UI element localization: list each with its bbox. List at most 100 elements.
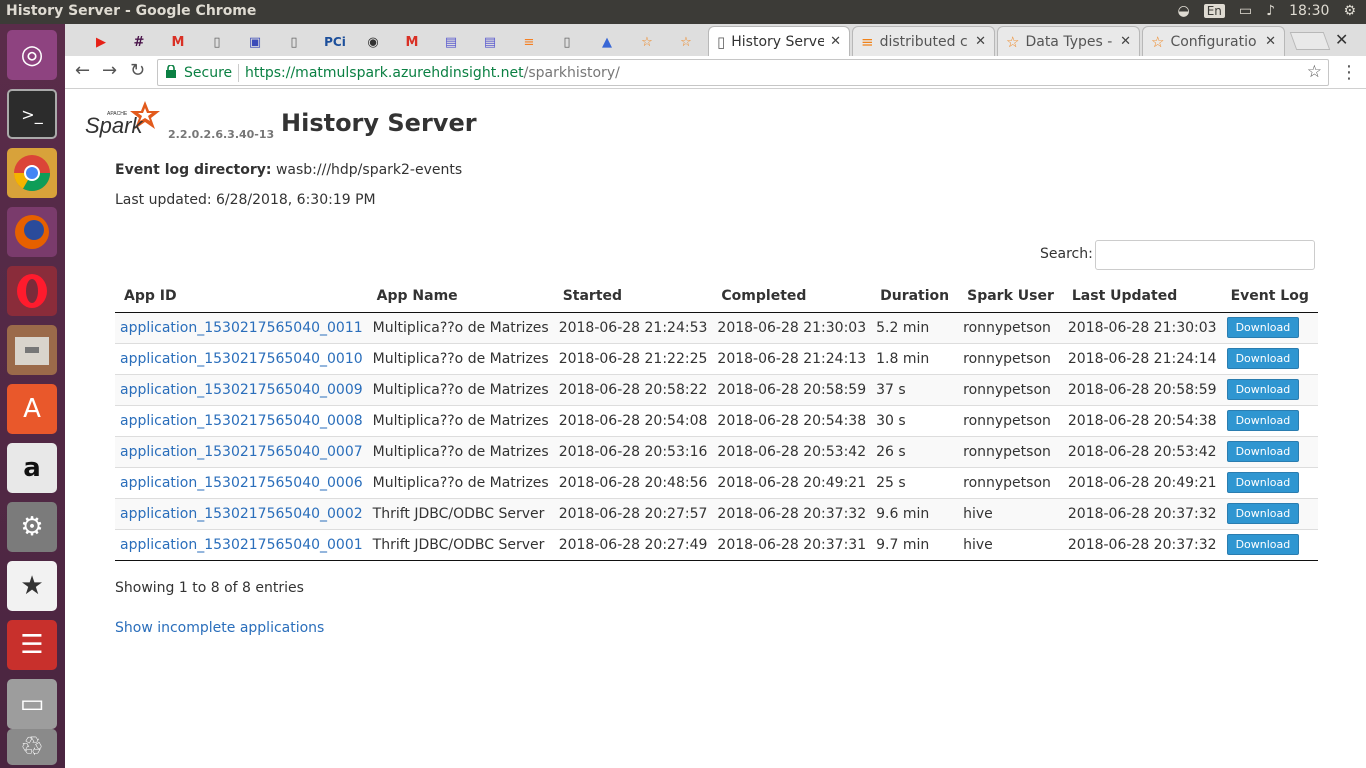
column-header-last-updated[interactable]: Last Updated	[1062, 280, 1222, 313]
amazon-icon[interactable]: a	[7, 443, 57, 493]
spark-user-cell: hive	[958, 497, 1063, 529]
spark-user-cell: ronnypetson	[958, 404, 1063, 436]
tab-gmail[interactable]: M	[162, 28, 194, 56]
tab-spark[interactable]: ☆	[631, 28, 663, 56]
event-log-value: wasb:///hdp/spark2-events	[275, 162, 463, 178]
battery-icon[interactable]: ▭	[1239, 3, 1252, 19]
terminal-icon[interactable]: >_	[7, 89, 57, 139]
power-icon[interactable]: ⚙	[1343, 3, 1356, 19]
table-cell: application_1530217565040_0011	[115, 311, 368, 343]
new-tab-button[interactable]	[1289, 32, 1331, 50]
forward-icon[interactable]: →	[102, 60, 117, 81]
tab-data-types[interactable]: ☆ Data Types - ✕	[997, 26, 1140, 56]
system-settings-icon[interactable]: ⚙	[7, 502, 57, 552]
duration-cell: 25 s	[871, 466, 959, 498]
app-id-link[interactable]: application_1530217565040_0011	[120, 320, 363, 336]
column-header-completed[interactable]: Completed	[712, 280, 872, 313]
column-header-duration[interactable]: Duration	[871, 280, 959, 313]
column-header-spark-user[interactable]: Spark User	[958, 280, 1063, 313]
tab-configuration[interactable]: ☆ Configuratio ✕	[1142, 26, 1285, 56]
applications-table: App ID App Name Started Completed Durati…	[115, 280, 1318, 561]
app-id-link[interactable]: application_1530217565040_0009	[120, 382, 363, 398]
table-cell: application_1530217565040_0009	[115, 373, 368, 405]
tab-document[interactable]: ▯	[201, 28, 233, 56]
search-input[interactable]	[1095, 240, 1315, 270]
download-button[interactable]: Download	[1226, 441, 1300, 462]
tab-gmail-2[interactable]: M	[396, 28, 428, 56]
app-id-link[interactable]: application_1530217565040_0008	[120, 413, 363, 429]
completed-cell: 2018-06-28 20:49:21	[712, 466, 872, 498]
tab-chat-2[interactable]: ▤	[474, 28, 506, 56]
app-id-link[interactable]: application_1530217565040_0007	[120, 444, 363, 460]
keyboard-layout[interactable]: En	[1203, 4, 1225, 18]
close-icon[interactable]: ✕	[975, 34, 986, 49]
duration-cell: 5.2 min	[871, 311, 959, 343]
tab-stackoverflow[interactable]: ≡	[513, 28, 545, 56]
page-title: History Server	[281, 109, 477, 137]
tab-label: distributed c	[879, 33, 968, 50]
reload-icon[interactable]: ↻	[130, 60, 145, 81]
tab-youtube[interactable]: ▶	[85, 28, 117, 56]
volume-icon[interactable]: ♪	[1266, 3, 1275, 19]
clock[interactable]: 18:30	[1289, 3, 1329, 19]
chrome-icon[interactable]	[7, 148, 57, 198]
pdf-reader-icon[interactable]: ☰	[7, 620, 57, 670]
app-id-link[interactable]: application_1530217565040_0001	[120, 537, 363, 553]
tab-document-2[interactable]: ▯	[278, 28, 310, 56]
ubuntu-icon[interactable]: ◎	[7, 30, 57, 80]
back-icon[interactable]: ←	[75, 60, 90, 81]
column-header-app-name[interactable]: App Name	[367, 280, 554, 313]
software-center-icon[interactable]: A	[7, 384, 57, 434]
download-button[interactable]: Download	[1226, 410, 1300, 431]
address-bar[interactable]: Secure https://matmulspark.azurehdinsigh…	[157, 59, 1329, 86]
table-cell: Download	[1221, 466, 1318, 498]
tab-azure[interactable]: ▲	[591, 28, 623, 56]
close-icon[interactable]: ✕	[830, 34, 841, 49]
table-cell: application_1530217565040_0010	[115, 342, 368, 374]
app-id-link[interactable]: application_1530217565040_0010	[120, 351, 363, 367]
table-row: application_1530217565040_0007 Multiplica…	[115, 435, 1318, 467]
wizard-icon[interactable]: ★	[7, 561, 57, 611]
tab-contacts[interactable]: ▣	[239, 28, 271, 56]
duration-cell: 37 s	[871, 373, 959, 405]
show-incomplete-link[interactable]: Show incomplete applications	[115, 620, 324, 636]
window-close-icon[interactable]: ✕	[1335, 30, 1348, 49]
app-name-cell: Thrift JDBC/ODBC Server	[367, 528, 554, 561]
tab-slack[interactable]: #	[123, 28, 155, 56]
started-cell: 2018-06-28 20:48:56	[553, 466, 713, 498]
download-button[interactable]: Download	[1226, 503, 1300, 524]
download-button[interactable]: Download	[1226, 348, 1300, 369]
completed-cell: 2018-06-28 20:54:38	[712, 404, 872, 436]
close-icon[interactable]: ✕	[1265, 34, 1276, 49]
wifi-icon[interactable]: ◒	[1178, 3, 1190, 19]
tab-camera[interactable]: ◉	[357, 28, 389, 56]
column-header-started[interactable]: Started	[553, 280, 713, 313]
download-button[interactable]: Download	[1226, 472, 1300, 493]
files-icon[interactable]	[7, 325, 57, 375]
menu-icon[interactable]: ⋮	[1340, 62, 1358, 83]
trash-icon[interactable]: ♲	[7, 729, 57, 765]
tab-distributed[interactable]: ≡ distributed c ✕	[852, 26, 995, 56]
opera-icon[interactable]	[7, 266, 57, 316]
app-id-link[interactable]: application_1530217565040_0006	[120, 475, 363, 491]
drive-icon[interactable]: ▭	[7, 679, 57, 729]
tab-chat[interactable]: ▤	[435, 28, 467, 56]
firefox-icon[interactable]	[7, 207, 57, 257]
download-button[interactable]: Download	[1226, 379, 1300, 400]
column-header-app-id[interactable]: App ID	[115, 280, 368, 313]
download-button[interactable]: Download	[1226, 534, 1300, 555]
tab-history-server[interactable]: ▯ History Serve ✕	[708, 26, 850, 56]
app-name-cell: Multiplica??o de Matrizes	[367, 373, 554, 405]
close-icon[interactable]: ✕	[1120, 34, 1131, 49]
bookmark-star-icon[interactable]: ☆	[1307, 62, 1322, 82]
tab-document-3[interactable]: ▯	[551, 28, 583, 56]
top-panel: History Server - Google Chrome ◒ En ▭ ♪ …	[0, 0, 1366, 24]
last-updated-cell: 2018-06-28 20:49:21	[1062, 466, 1222, 498]
tab-pci[interactable]: PCi	[319, 28, 351, 56]
last-updated-cell: 2018-06-28 21:30:03	[1062, 311, 1222, 343]
url-text[interactable]: https://matmulspark.azurehdinsight.net/s…	[245, 65, 620, 81]
column-header-event-log[interactable]: Event Log	[1221, 280, 1318, 313]
tab-spark-2[interactable]: ☆	[670, 28, 702, 56]
download-button[interactable]: Download	[1226, 317, 1300, 338]
app-id-link[interactable]: application_1530217565040_0002	[120, 506, 363, 522]
